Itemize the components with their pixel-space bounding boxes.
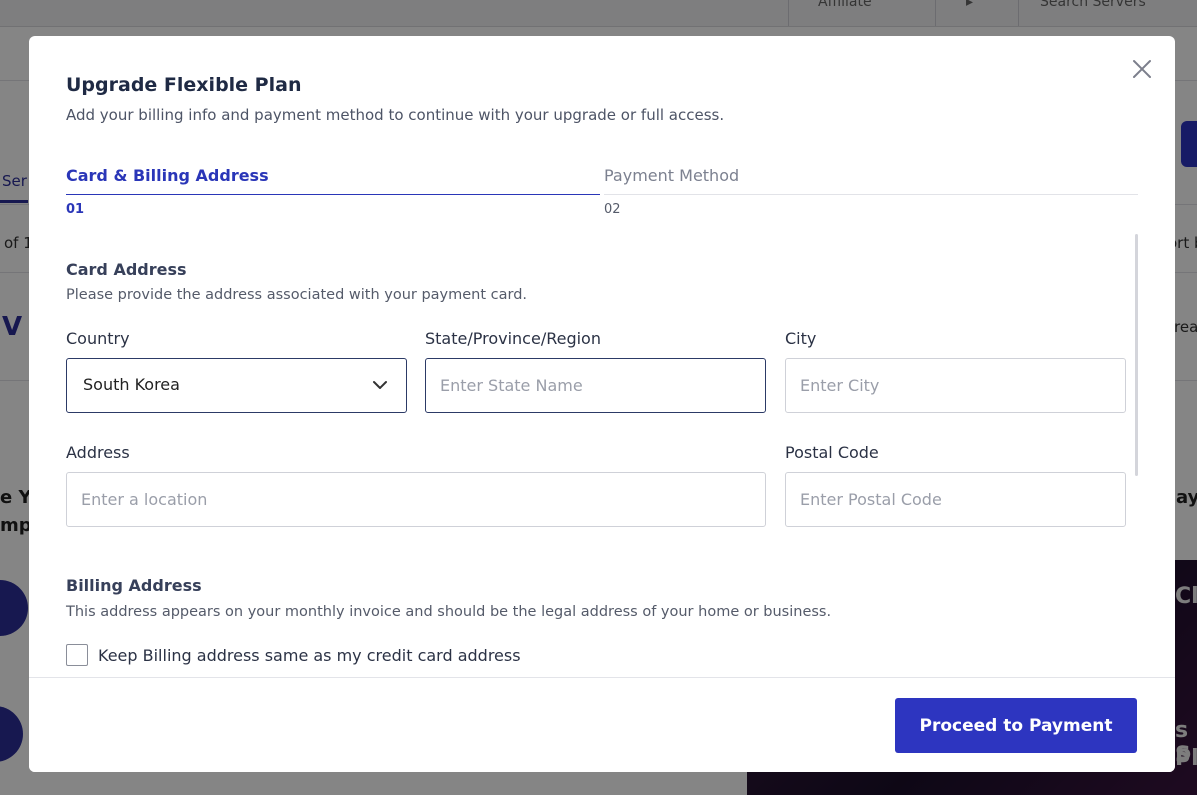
country-label: Country	[66, 329, 130, 348]
close-button[interactable]	[1127, 54, 1157, 84]
step-progress-line	[66, 194, 600, 195]
billing-address-description: This address appears on your monthly inv…	[66, 604, 832, 620]
proceed-to-payment-button[interactable]: Proceed to Payment	[895, 698, 1137, 753]
postal-code-field	[785, 472, 1126, 527]
country-selected-value: South Korea	[83, 375, 180, 394]
upgrade-plan-modal: Upgrade Flexible Plan Add your billing i…	[29, 36, 1175, 772]
same-as-card-checkbox[interactable]	[66, 644, 88, 666]
billing-address-title: Billing Address	[66, 576, 202, 595]
country-select[interactable]: South Korea	[66, 358, 407, 413]
close-icon	[1133, 60, 1151, 78]
card-address-description: Please provide the address associated wi…	[66, 287, 528, 303]
stepper: Card & Billing Address 01 Payment Method…	[66, 164, 1138, 224]
step-payment-method[interactable]: Payment Method 02	[604, 164, 1138, 224]
modal-footer: Proceed to Payment	[29, 677, 1175, 772]
step-card-billing-address[interactable]: Card & Billing Address 01	[66, 164, 600, 224]
address-field	[66, 472, 766, 527]
chevron-down-icon	[373, 381, 387, 389]
modal-title: Upgrade Flexible Plan	[66, 74, 302, 96]
postal-code-label: Postal Code	[785, 443, 879, 462]
city-field	[785, 358, 1126, 413]
content-scrollbar[interactable]	[1135, 234, 1138, 476]
step-progress-line	[604, 194, 1138, 195]
postal-code-input[interactable]	[786, 473, 1125, 526]
card-address-title: Card Address	[66, 260, 187, 279]
city-label: City	[785, 329, 817, 348]
state-field	[425, 358, 766, 413]
same-as-card-label[interactable]: Keep Billing address same as my credit c…	[98, 646, 521, 665]
state-label: State/Province/Region	[425, 329, 601, 348]
step-label: Card & Billing Address	[66, 166, 269, 185]
state-input[interactable]	[426, 359, 765, 412]
city-input[interactable]	[786, 359, 1125, 412]
address-input[interactable]	[67, 473, 765, 526]
step-label: Payment Method	[604, 166, 740, 185]
step-number: 01	[66, 202, 85, 217]
modal-subtitle: Add your billing info and payment method…	[66, 106, 725, 124]
address-label: Address	[66, 443, 130, 462]
step-number: 02	[604, 202, 621, 217]
